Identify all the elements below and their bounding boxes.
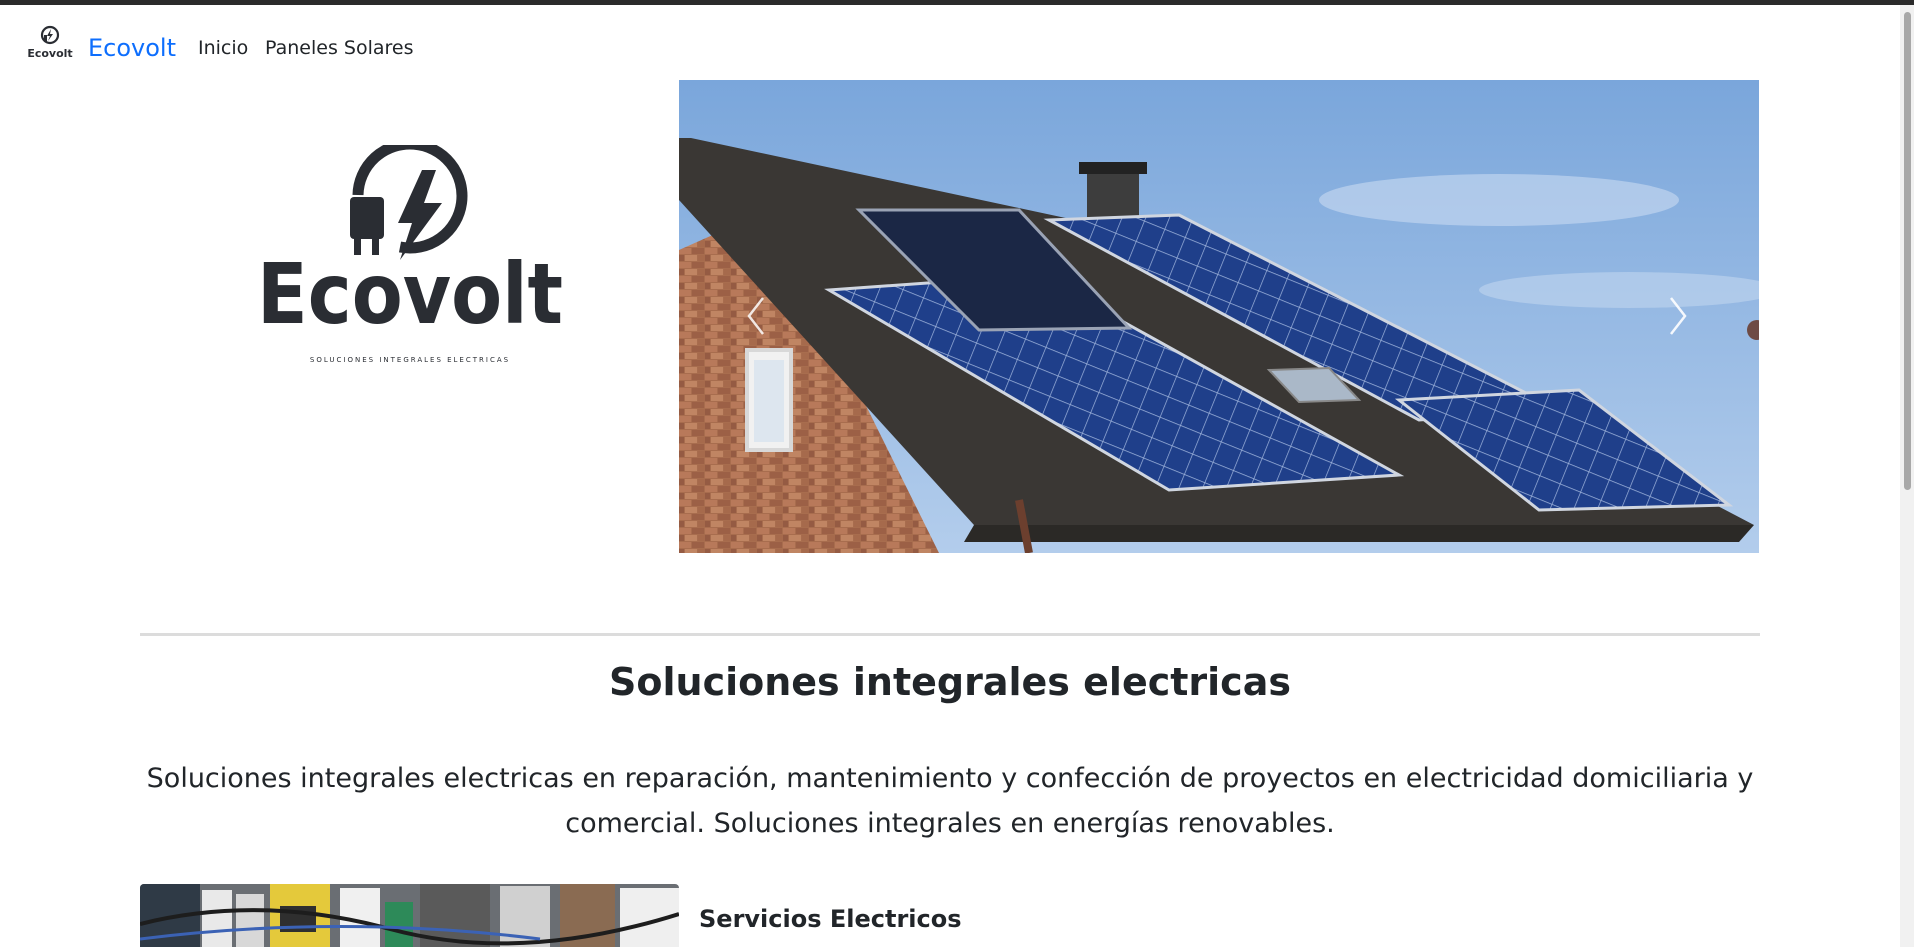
- brand-link[interactable]: Ecovolt: [88, 31, 176, 65]
- nav-link-paneles-solares[interactable]: Paneles Solares: [265, 34, 413, 62]
- scrollbar-thumb[interactable]: [1904, 12, 1911, 490]
- section-divider: [140, 633, 1760, 636]
- nav-link-inicio[interactable]: Inicio: [198, 34, 248, 62]
- hero-carousel[interactable]: [679, 80, 1759, 553]
- navbar-logo[interactable]: Ecovolt: [27, 24, 73, 62]
- section-title: Soluciones integrales electricas: [609, 660, 1291, 704]
- ecovolt-logo-icon: Ecovolt SOLUCIONES INTEGRALES ELECTRICAS: [257, 138, 563, 364]
- chevron-left-icon: [747, 297, 764, 335]
- lead-paragraph: Soluciones integrales electricas en repa…: [140, 756, 1760, 846]
- navbar: Ecovolt Ecovolt Inicio Paneles Solares: [0, 5, 1900, 75]
- lead-line-1: Soluciones integrales electricas en repa…: [146, 763, 1754, 794]
- svg-text:Ecovolt: Ecovolt: [27, 47, 72, 60]
- svg-text:Ecovolt: Ecovolt: [257, 245, 563, 343]
- service-card-title: Servicios Electricos: [699, 905, 962, 933]
- lead-line-2: comercial. Soluciones integrales en ener…: [565, 808, 1335, 839]
- chevron-right-icon: [1670, 297, 1687, 335]
- carousel-next-button[interactable]: [1663, 292, 1693, 340]
- electrical-services-image: [140, 884, 679, 947]
- electrical-panel-image: [140, 884, 679, 947]
- carousel-prev-button[interactable]: [741, 292, 771, 340]
- plug-bolt-logo-icon: Ecovolt: [27, 25, 73, 60]
- solar-roof-image: [679, 80, 1759, 553]
- svg-text:SOLUCIONES INTEGRALES ELECTRIC: SOLUCIONES INTEGRALES ELECTRICAS: [310, 356, 510, 364]
- hero-logo: Ecovolt SOLUCIONES INTEGRALES ELECTRICAS: [250, 138, 570, 370]
